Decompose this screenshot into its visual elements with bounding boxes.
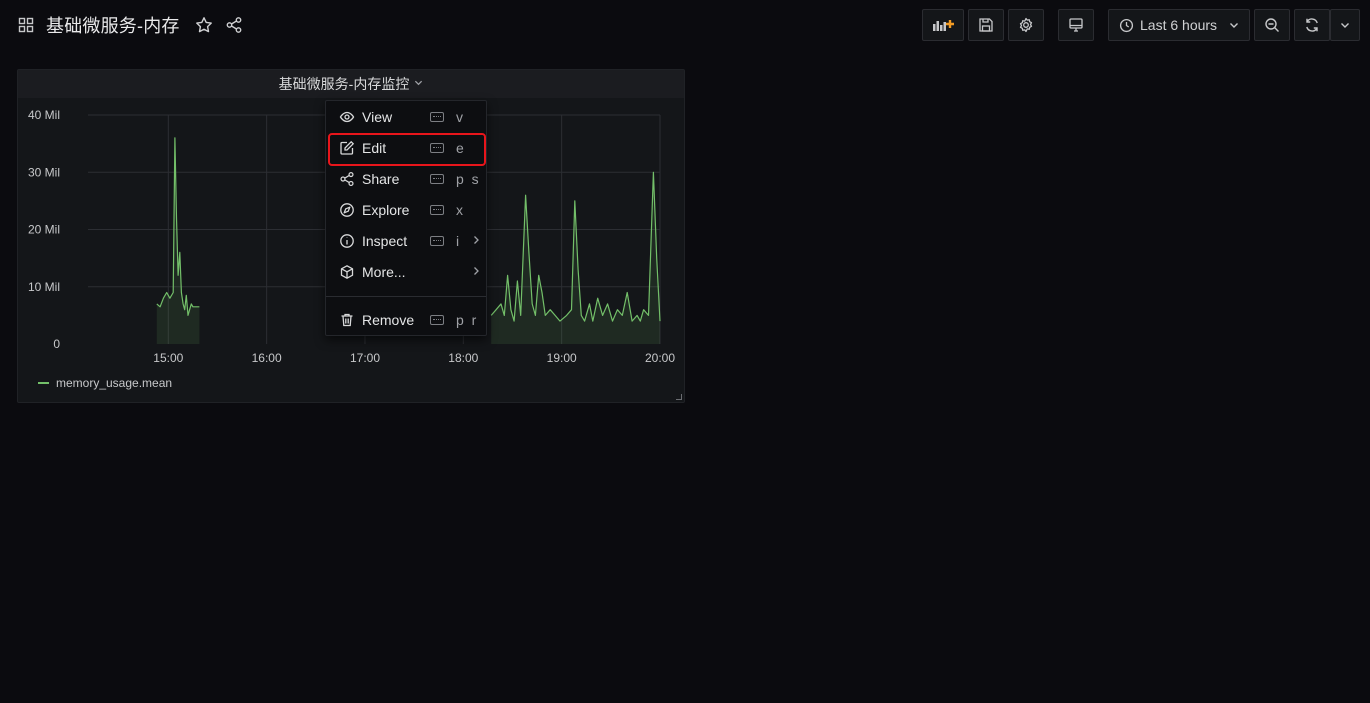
x-tick-label: 18:00 [448,351,478,365]
menu-divider [326,296,486,297]
cube-icon [339,264,355,280]
dashboard-settings-button[interactable] [1008,9,1044,41]
clock-icon [1119,18,1134,33]
panel-context-menu: View v Edit e Share p s Explore x Inspec… [325,100,487,336]
menu-item-shortcut: p s [456,170,481,187]
menu-item-shortcut: v [456,108,465,125]
panel-title[interactable]: 基础微服务-内存监控 [279,74,410,94]
menu-item-label: More... [362,263,406,280]
menu-item-label: View [362,108,393,125]
y-axis-ticks: 0 10 Mil 20 Mil 30 Mil 40 Mil [28,108,60,351]
refresh-icon [1304,17,1320,33]
menu-item-label: Share [362,170,400,187]
tv-mode-button[interactable] [1058,9,1094,41]
series-area [156,137,200,344]
menu-item-label: Remove [362,311,415,328]
x-tick-label: 15:00 [153,351,183,365]
menu-item-share[interactable]: Share p s [326,163,486,194]
star-icon[interactable] [194,15,214,35]
zoom-out-icon [1264,17,1280,33]
panel-resize-handle[interactable] [676,394,682,400]
save-dashboard-button[interactable] [968,9,1004,41]
dashboard-navbar: 基础微服务-内存 Last 6 hours [0,0,1370,52]
menu-item-more[interactable]: More... [326,256,486,287]
legend: memory_usage.mean [38,376,172,390]
monitor-icon [1068,17,1084,33]
share-icon[interactable] [224,15,244,35]
legend-label[interactable]: memory_usage.mean [56,376,172,390]
add-panel-button[interactable] [922,9,964,41]
keyboard-icon [430,314,444,325]
apps-grid-icon[interactable] [16,15,36,35]
menu-item-explore[interactable]: Explore x [326,194,486,225]
menu-item-label: Inspect [362,232,408,249]
panel-header[interactable]: 基础微服务-内存监控 [18,70,684,98]
menu-item-shortcut: x [456,201,465,218]
x-tick-label: 17:00 [350,351,380,365]
legend-swatch[interactable] [38,382,49,384]
share-icon [339,171,355,187]
chevron-down-icon [1340,20,1350,30]
compass-icon [339,202,355,218]
menu-item-inspect[interactable]: Inspect i [326,225,486,256]
add-panel-icon [931,17,955,33]
info-icon [339,233,355,249]
y-tick-label: 0 [53,337,60,351]
refresh-button[interactable] [1294,9,1330,41]
dashboard-title-group: 基础微服务-内存 [16,12,244,38]
save-icon [978,17,994,33]
keyboard-icon [430,173,444,184]
trash-icon [339,312,355,328]
x-axis-ticks: 15:00 16:00 17:00 18:00 19:00 20:00 [153,351,675,365]
gear-icon [1018,17,1034,33]
chevron-right-icon [472,265,480,279]
dashboard-title[interactable]: 基础微服务-内存 [46,12,180,38]
eye-icon [339,109,355,125]
x-tick-label: 20:00 [645,351,675,365]
zoom-out-button[interactable] [1254,9,1290,41]
y-tick-label: 20 Mil [28,223,60,237]
x-tick-label: 16:00 [252,351,282,365]
keyboard-icon [430,204,444,215]
menu-item-label: Explore [362,201,410,218]
y-tick-label: 30 Mil [28,165,60,179]
y-tick-label: 40 Mil [28,108,60,122]
x-tick-label: 19:00 [547,351,577,365]
menu-item-shortcut: p r [456,311,479,328]
keyboard-icon [430,235,444,246]
menu-item-shortcut: i [456,232,462,249]
edit-highlight-outline [328,133,486,166]
chevron-down-icon [1229,20,1239,30]
menu-item-remove[interactable]: Remove p r [326,304,486,335]
menu-item-view[interactable]: View v [326,101,486,132]
y-tick-label: 10 Mil [28,280,60,294]
time-range-label: Last 6 hours [1140,17,1218,33]
time-range-picker[interactable]: Last 6 hours [1108,9,1250,41]
refresh-interval-dropdown[interactable] [1330,9,1360,41]
chevron-right-icon [472,234,480,248]
chevron-down-icon[interactable] [414,78,423,90]
keyboard-icon [430,111,444,122]
